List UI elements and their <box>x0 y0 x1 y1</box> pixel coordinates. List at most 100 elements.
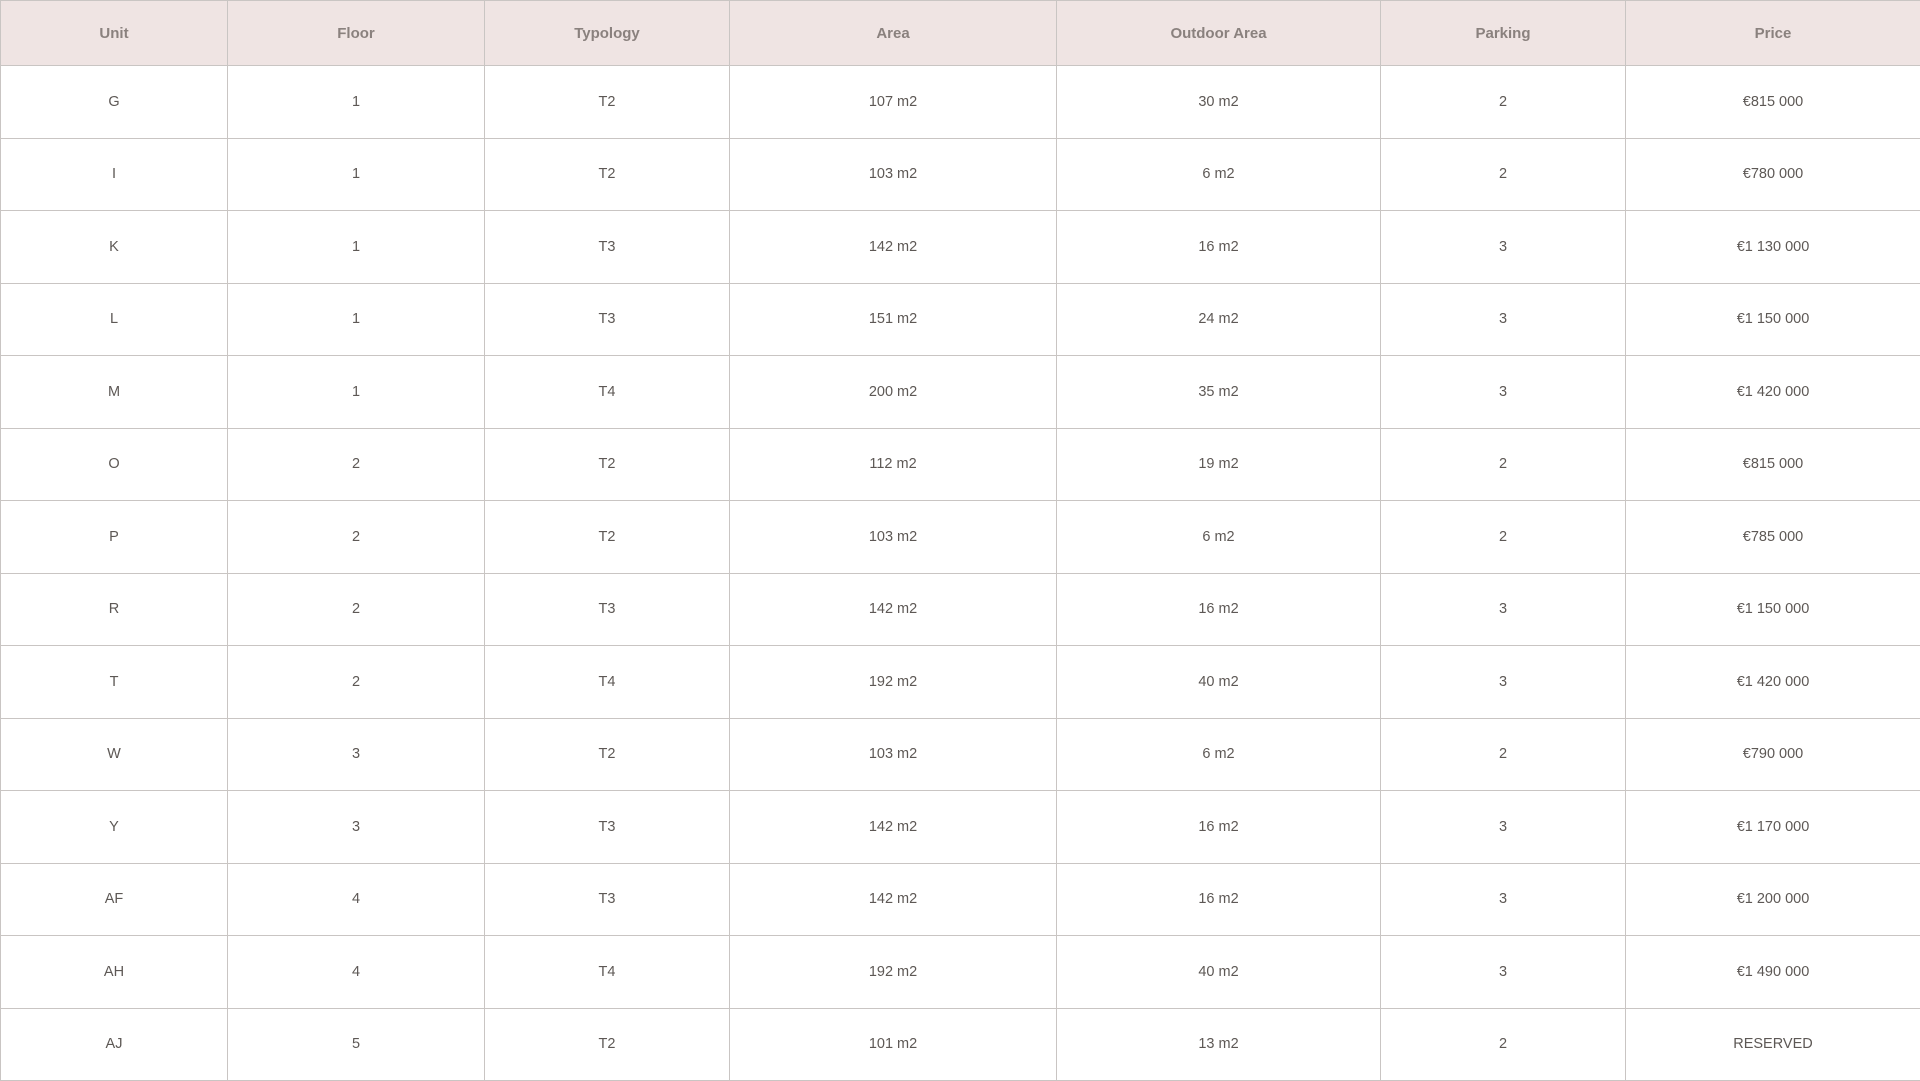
table-row: T 2 T4 192 m2 40 m2 3 €1 420 000 <box>1 646 1920 719</box>
cell-parking: 2 <box>1381 501 1626 574</box>
cell-outdoor-area: 40 m2 <box>1057 936 1381 1009</box>
cell-unit: K <box>1 211 228 284</box>
cell-unit: P <box>1 501 228 574</box>
cell-typology: T3 <box>485 283 730 356</box>
cell-outdoor-area: 6 m2 <box>1057 718 1381 791</box>
cell-unit: L <box>1 283 228 356</box>
cell-area: 192 m2 <box>730 936 1057 1009</box>
header-typology: Typology <box>485 1 730 66</box>
header-area: Area <box>730 1 1057 66</box>
cell-typology: T2 <box>485 501 730 574</box>
cell-unit: R <box>1 573 228 646</box>
cell-parking: 2 <box>1381 428 1626 501</box>
cell-parking: 3 <box>1381 936 1626 1009</box>
header-floor: Floor <box>228 1 485 66</box>
header-price: Price <box>1626 1 1920 66</box>
cell-parking: 3 <box>1381 211 1626 284</box>
cell-typology: T2 <box>485 1008 730 1081</box>
cell-price: €1 170 000 <box>1626 791 1920 864</box>
cell-typology: T3 <box>485 791 730 864</box>
cell-outdoor-area: 40 m2 <box>1057 646 1381 719</box>
cell-unit: O <box>1 428 228 501</box>
table-body: G 1 T2 107 m2 30 m2 2 €815 000 I 1 T2 10… <box>1 66 1920 1081</box>
cell-area: 142 m2 <box>730 863 1057 936</box>
cell-typology: T3 <box>485 573 730 646</box>
header-parking: Parking <box>1381 1 1626 66</box>
cell-unit: AJ <box>1 1008 228 1081</box>
cell-unit: T <box>1 646 228 719</box>
cell-unit: G <box>1 66 228 139</box>
table-row: W 3 T2 103 m2 6 m2 2 €790 000 <box>1 718 1920 791</box>
cell-area: 151 m2 <box>730 283 1057 356</box>
cell-area: 200 m2 <box>730 356 1057 429</box>
cell-unit: Y <box>1 791 228 864</box>
table-header: Unit Floor Typology Area Outdoor Area Pa… <box>1 1 1920 66</box>
header-unit: Unit <box>1 1 228 66</box>
cell-outdoor-area: 35 m2 <box>1057 356 1381 429</box>
table-row: AF 4 T3 142 m2 16 m2 3 €1 200 000 <box>1 863 1920 936</box>
table-row: AH 4 T4 192 m2 40 m2 3 €1 490 000 <box>1 936 1920 1009</box>
table-row: G 1 T2 107 m2 30 m2 2 €815 000 <box>1 66 1920 139</box>
cell-outdoor-area: 16 m2 <box>1057 791 1381 864</box>
cell-floor: 5 <box>228 1008 485 1081</box>
cell-parking: 3 <box>1381 573 1626 646</box>
cell-price: €1 420 000 <box>1626 356 1920 429</box>
cell-typology: T4 <box>485 936 730 1009</box>
units-table-container: Unit Floor Typology Area Outdoor Area Pa… <box>0 0 1920 1080</box>
cell-area: 112 m2 <box>730 428 1057 501</box>
cell-unit: I <box>1 138 228 211</box>
cell-typology: T4 <box>485 356 730 429</box>
cell-unit: M <box>1 356 228 429</box>
cell-price: €815 000 <box>1626 428 1920 501</box>
table-row: AJ 5 T2 101 m2 13 m2 2 RESERVED <box>1 1008 1920 1081</box>
cell-parking: 2 <box>1381 66 1626 139</box>
table-row: L 1 T3 151 m2 24 m2 3 €1 150 000 <box>1 283 1920 356</box>
cell-parking: 3 <box>1381 356 1626 429</box>
table-row: R 2 T3 142 m2 16 m2 3 €1 150 000 <box>1 573 1920 646</box>
cell-outdoor-area: 16 m2 <box>1057 211 1381 284</box>
table-row: Y 3 T3 142 m2 16 m2 3 €1 170 000 <box>1 791 1920 864</box>
cell-unit: AH <box>1 936 228 1009</box>
cell-floor: 2 <box>228 428 485 501</box>
cell-area: 142 m2 <box>730 791 1057 864</box>
cell-price: RESERVED <box>1626 1008 1920 1081</box>
cell-outdoor-area: 16 m2 <box>1057 863 1381 936</box>
cell-typology: T4 <box>485 646 730 719</box>
cell-parking: 3 <box>1381 863 1626 936</box>
cell-floor: 1 <box>228 138 485 211</box>
cell-outdoor-area: 24 m2 <box>1057 283 1381 356</box>
cell-floor: 1 <box>228 356 485 429</box>
cell-price: €815 000 <box>1626 66 1920 139</box>
cell-typology: T2 <box>485 428 730 501</box>
cell-price: €1 200 000 <box>1626 863 1920 936</box>
cell-floor: 1 <box>228 283 485 356</box>
cell-typology: T2 <box>485 718 730 791</box>
cell-outdoor-area: 13 m2 <box>1057 1008 1381 1081</box>
cell-unit: AF <box>1 863 228 936</box>
cell-area: 101 m2 <box>730 1008 1057 1081</box>
cell-floor: 1 <box>228 66 485 139</box>
cell-area: 103 m2 <box>730 138 1057 211</box>
cell-floor: 3 <box>228 791 485 864</box>
cell-parking: 2 <box>1381 1008 1626 1081</box>
cell-price: €1 150 000 <box>1626 283 1920 356</box>
cell-area: 107 m2 <box>730 66 1057 139</box>
cell-typology: T2 <box>485 66 730 139</box>
header-outdoor-area: Outdoor Area <box>1057 1 1381 66</box>
cell-area: 192 m2 <box>730 646 1057 719</box>
table-row: K 1 T3 142 m2 16 m2 3 €1 130 000 <box>1 211 1920 284</box>
cell-parking: 3 <box>1381 646 1626 719</box>
cell-typology: T2 <box>485 138 730 211</box>
cell-price: €1 130 000 <box>1626 211 1920 284</box>
cell-parking: 2 <box>1381 718 1626 791</box>
table-row: I 1 T2 103 m2 6 m2 2 €780 000 <box>1 138 1920 211</box>
cell-area: 103 m2 <box>730 501 1057 574</box>
cell-price: €1 150 000 <box>1626 573 1920 646</box>
cell-floor: 2 <box>228 573 485 646</box>
table-row: P 2 T2 103 m2 6 m2 2 €785 000 <box>1 501 1920 574</box>
cell-outdoor-area: 19 m2 <box>1057 428 1381 501</box>
cell-floor: 4 <box>228 863 485 936</box>
cell-price: €785 000 <box>1626 501 1920 574</box>
cell-outdoor-area: 16 m2 <box>1057 573 1381 646</box>
cell-floor: 2 <box>228 646 485 719</box>
